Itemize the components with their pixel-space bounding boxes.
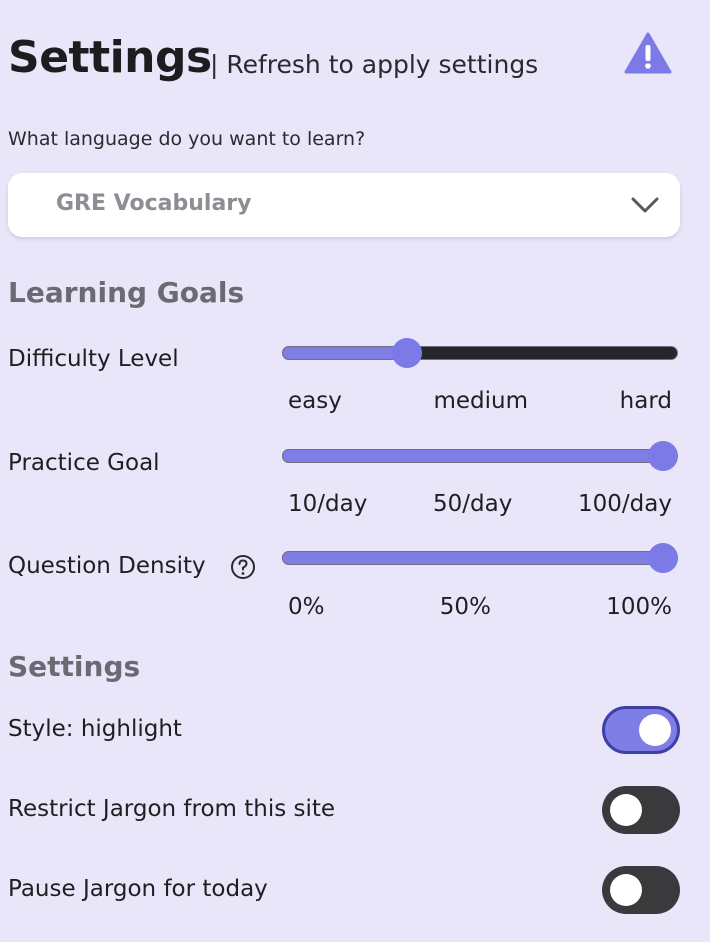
tick-label: 50/day <box>433 491 513 517</box>
language-selected-value: GRE Vocabulary <box>56 191 252 216</box>
question-density-label: Question Density <box>8 553 206 579</box>
style-highlight-toggle[interactable] <box>602 706 680 754</box>
difficulty-ticks: easy medium hard <box>288 388 672 414</box>
difficulty-label: Difficulty Level <box>8 346 179 372</box>
slider-thumb[interactable] <box>391 338 422 368</box>
question-density-ticks: 0% 50% 100% <box>288 594 672 620</box>
practice-goal-slider[interactable] <box>282 441 678 471</box>
practice-goal-ticks: 10/day 50/day 100/day <box>288 491 672 517</box>
tick-label: 100% <box>606 594 672 620</box>
tick-label: 100/day <box>578 491 672 517</box>
toggle-knob <box>610 874 642 906</box>
style-highlight-label: Style: highlight <box>8 716 182 742</box>
chevron-down-icon <box>631 197 659 213</box>
tick-label: medium <box>433 388 529 414</box>
toggle-knob <box>610 794 642 826</box>
practice-goal-label: Practice Goal <box>8 450 160 476</box>
refresh-hint: | Refresh to apply settings <box>210 50 539 79</box>
pause-jargon-label: Pause Jargon for today <box>8 876 268 902</box>
slider-fill <box>282 551 663 565</box>
question-density-slider[interactable] <box>282 543 678 573</box>
learning-goals-heading: Learning Goals <box>8 276 245 309</box>
tick-label: 0% <box>288 594 325 620</box>
settings-heading: Settings <box>8 650 141 683</box>
language-select[interactable]: GRE Vocabulary <box>8 173 680 237</box>
help-icon[interactable] <box>230 554 256 580</box>
tick-label: hard <box>619 388 672 414</box>
difficulty-slider[interactable] <box>282 338 678 368</box>
slider-thumb[interactable] <box>648 543 678 573</box>
page-title: Settings <box>8 32 212 83</box>
warning-icon[interactable] <box>624 32 672 74</box>
pause-jargon-toggle[interactable] <box>602 866 680 914</box>
language-question: What language do you want to learn? <box>8 128 366 150</box>
restrict-jargon-toggle[interactable] <box>602 786 680 834</box>
tick-label: easy <box>288 388 342 414</box>
slider-fill <box>282 449 663 463</box>
slider-thumb[interactable] <box>648 441 678 471</box>
slider-fill <box>282 346 407 360</box>
restrict-jargon-label: Restrict Jargon from this site <box>8 796 336 822</box>
tick-label: 10/day <box>288 491 368 517</box>
tick-label: 50% <box>439 594 491 620</box>
toggle-knob <box>639 714 671 746</box>
